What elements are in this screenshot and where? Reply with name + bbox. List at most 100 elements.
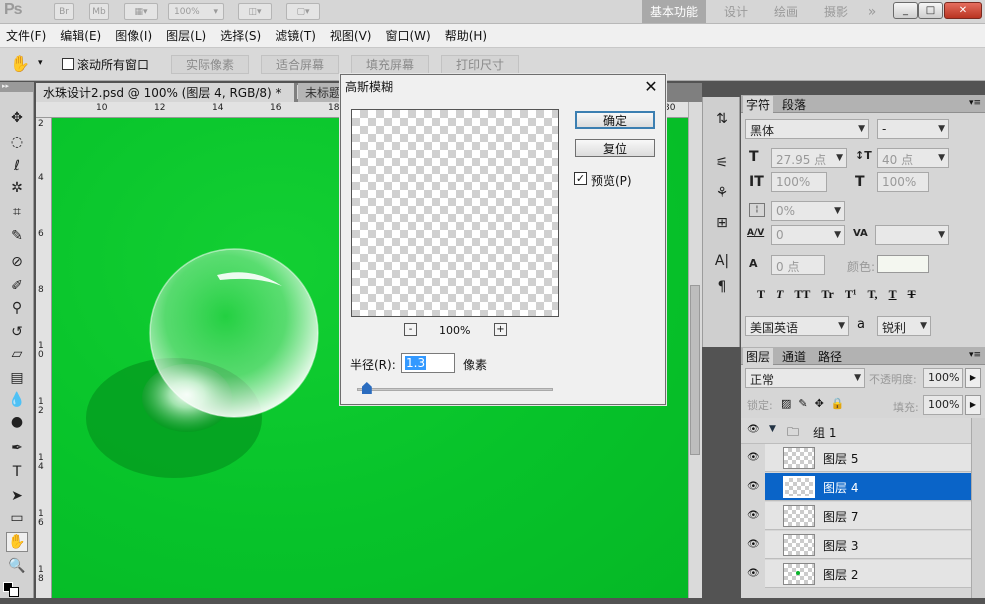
hand-tool-icon[interactable]: ✋ [10,54,30,73]
menu-window[interactable]: 窗口(W) [385,27,430,44]
eye-icon[interactable]: 👁 [747,510,760,521]
radius-input[interactable]: 1.3 [401,353,455,373]
group-expand-icon[interactable]: ▼ [769,424,776,434]
scroll-all-checkbox[interactable] [62,58,74,70]
tab-character[interactable]: 字符 [743,96,774,113]
faux-italic-button[interactable]: T [776,287,783,302]
panel-menu-icon[interactable]: ▾≡ [969,98,981,108]
horizontal-scale-input[interactable]: 100% [877,172,929,192]
lock-transparency-icon[interactable]: ▨ [781,397,791,410]
zoom-tool-icon[interactable]: 🔍 [6,556,28,576]
anti-alias-select[interactable]: 锐利 ▼ [877,316,931,336]
tab-layers[interactable]: 图层 [743,348,774,365]
print-size-button[interactable]: 打印尺寸 [441,55,519,74]
crop-tool-icon[interactable]: ⌗ [6,202,28,222]
hand-tool-selected-icon[interactable]: ✋ [6,532,28,552]
layer-row[interactable]: 👁 图层 2 [747,560,971,588]
eraser-tool-icon[interactable]: ▱ [6,344,28,364]
layer-row[interactable]: 👁 图层 7 [747,502,971,530]
screen-mode-icon[interactable]: ▢▾ [286,3,320,20]
menu-layer[interactable]: 图层(L) [166,27,206,44]
workspace-design[interactable]: 设计 [712,0,760,23]
layer-row[interactable]: 👁 图层 5 [747,444,971,472]
eye-icon[interactable]: 👁 [747,424,760,435]
eye-icon[interactable]: 👁 [747,539,760,550]
opacity-arrow-icon[interactable]: ▶ [965,368,981,388]
minimize-button[interactable]: _ [893,2,918,19]
underline-button[interactable]: T [889,287,897,302]
quick-select-tool-icon[interactable]: ✲ [6,178,28,198]
workspace-photography[interactable]: 摄影 [812,0,860,23]
leading-input[interactable]: 40 点 ▼ [877,148,949,168]
gradient-tool-icon[interactable]: ▤ [6,368,28,388]
tab-channels[interactable]: 通道 [779,348,809,365]
menu-view[interactable]: 视图(V) [330,27,372,44]
healing-brush-tool-icon[interactable]: ⊘ [6,252,28,272]
font-style-select[interactable]: - ▼ [877,119,949,139]
clone-source-icon[interactable]: ⚘ [712,183,732,203]
superscript-button[interactable]: T¹ [845,287,857,302]
fill-screen-button[interactable]: 填充屏幕 [351,55,429,74]
reset-button[interactable]: 复位 [575,139,655,157]
marquee-tool-icon[interactable]: ◌ [6,132,28,152]
workspace-painting[interactable]: 绘画 [762,0,810,23]
zoom-out-button[interactable]: - [404,323,417,336]
menu-help[interactable]: 帮助(H) [445,27,487,44]
zoom-level-select[interactable]: 100% ▾ [168,3,224,20]
eye-icon[interactable]: 👁 [747,452,760,463]
history-panel-icon[interactable]: ⇅ [712,109,732,129]
eye-icon[interactable]: 👁 [747,568,760,579]
brush-panel-icon[interactable]: ⚟ [712,153,732,173]
vertical-scale-input[interactable]: 100% [771,172,827,192]
actual-pixels-button[interactable]: 实际像素 [171,55,249,74]
character-panel-icon[interactable]: A| [712,251,732,271]
preview-checkbox[interactable]: ✓ [574,172,587,185]
dodge-tool-icon[interactable]: ● [6,412,28,432]
tab-paths[interactable]: 路径 [815,348,845,365]
baseline-shift-input[interactable]: 0 点 [771,255,825,275]
close-icon[interactable]: ✕ [641,77,661,96]
subscript-button[interactable]: T, [867,287,877,302]
fill-input[interactable]: 100% [923,395,963,415]
tracking-input[interactable]: ▼ [875,225,949,245]
tool-presets-icon[interactable]: ⊞ [712,213,732,233]
eye-icon[interactable]: 👁 [747,481,760,492]
radius-slider[interactable] [357,388,553,391]
layer-group-row[interactable]: 👁 ▼ 🗀 组 1 [741,418,985,444]
maximize-button[interactable]: □ [918,2,943,19]
paragraph-panel-icon[interactable]: ¶ [712,277,732,297]
fill-arrow-icon[interactable]: ▶ [965,395,981,415]
menu-filter[interactable]: 滤镜(T) [275,27,316,44]
layers-scrollbar[interactable] [971,418,985,598]
menu-edit[interactable]: 编辑(E) [60,27,101,44]
tab-document-water-drop[interactable]: 水珠设计2.psd @ 100% (图层 4, RGB/8) *✕ [36,83,310,102]
strikethrough-button[interactable]: T [908,287,916,302]
pen-tool-icon[interactable]: ✒ [6,438,28,458]
layer-row-selected[interactable]: 👁 图层 4 [747,473,971,501]
radius-slider-thumb[interactable] [361,382,372,394]
path-select-tool-icon[interactable]: ➤ [6,486,28,506]
view-extras-icon[interactable]: ▦▾ [124,3,158,20]
opacity-input[interactable]: 100% [923,368,963,388]
menu-image[interactable]: 图像(I) [115,27,152,44]
tools-collapse-icon[interactable]: ▸▸ [0,82,34,92]
font-family-select[interactable]: 黑体 ▼ [745,119,869,139]
zoom-in-button[interactable]: + [494,323,507,336]
eyedropper-tool-icon[interactable]: ✎ [6,226,28,246]
faux-bold-button[interactable]: T [757,287,765,302]
brush-tool-icon[interactable]: ✐ [6,276,28,296]
menu-select[interactable]: 选择(S) [220,27,261,44]
blend-mode-select[interactable]: 正常 ▼ [745,368,865,388]
layer-row[interactable]: 👁 图层 3 [747,531,971,559]
canvas-scroll-thumb[interactable] [690,285,700,455]
type-tool-icon[interactable]: T [6,462,28,482]
arrange-documents-icon[interactable]: ◫▾ [238,3,272,20]
text-color-swatch[interactable] [877,255,929,273]
panel-menu-icon[interactable]: ▾≡ [969,350,981,360]
menu-file[interactable]: 文件(F) [6,27,46,44]
tab-paragraph[interactable]: 段落 [779,96,809,113]
fit-screen-button[interactable]: 适合屏幕 [261,55,339,74]
move-tool-icon[interactable]: ✥ [6,108,28,128]
kerning-input[interactable]: 0 ▼ [771,225,845,245]
blur-tool-icon[interactable]: 💧 [6,390,28,410]
